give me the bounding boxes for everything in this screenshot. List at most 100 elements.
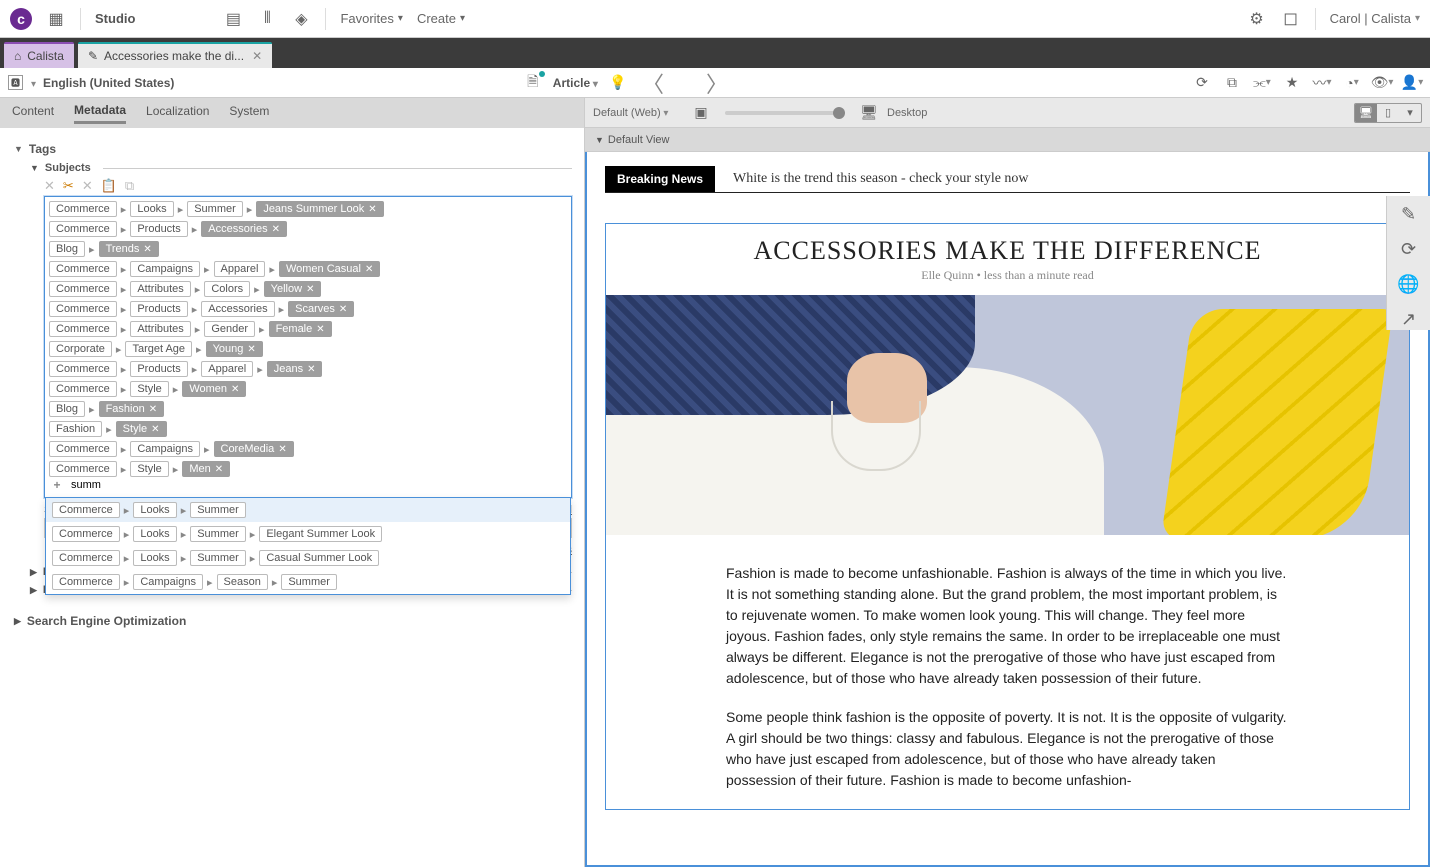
- tag-crumb[interactable]: Commerce: [49, 201, 117, 217]
- remove-tag-icon[interactable]: ✕: [215, 464, 223, 475]
- tag-crumb[interactable]: Accessories: [201, 301, 274, 317]
- tag-crumb[interactable]: Looks: [133, 550, 176, 566]
- close-icon[interactable]: ✕: [252, 49, 262, 63]
- tag-leaf[interactable]: Trends✕: [99, 241, 159, 257]
- tag-crumb[interactable]: Corporate: [49, 341, 112, 357]
- tag-crumb[interactable]: Summer: [281, 574, 337, 590]
- reload-icon[interactable]: ⟳: [1192, 73, 1212, 93]
- rail-share-icon[interactable]: ↗: [1401, 309, 1416, 330]
- doc-type-icon[interactable]: 🗎: [523, 73, 543, 93]
- slider-knob[interactable]: [833, 107, 845, 119]
- share-icon[interactable]: ⫘: [1252, 73, 1272, 93]
- subtab-content[interactable]: Content: [12, 104, 54, 122]
- preview-mode-toggle[interactable]: 🖥 ▯ ▾: [1354, 103, 1422, 123]
- gear-icon[interactable]: ⚙: [1247, 9, 1267, 29]
- target-icon[interactable]: ◈: [291, 9, 311, 29]
- tag-search-input[interactable]: [69, 477, 567, 493]
- open-external-icon[interactable]: ⧉: [1222, 73, 1242, 93]
- user-menu[interactable]: Carol | Calista: [1330, 11, 1420, 26]
- rail-refresh-icon[interactable]: ⟳: [1401, 239, 1416, 260]
- tag-leaf[interactable]: Yellow✕: [264, 281, 322, 297]
- tag-leaf[interactable]: CoreMedia✕: [214, 441, 294, 457]
- autocomplete-row[interactable]: Commerce▸Campaigns▸Season▸Summer: [46, 570, 570, 594]
- tag-leaf[interactable]: Style✕: [116, 421, 167, 437]
- favorites-menu[interactable]: Favorites: [340, 11, 403, 26]
- remove-tag-icon[interactable]: ✕: [278, 444, 286, 455]
- tag-crumb[interactable]: Commerce: [49, 261, 117, 277]
- tag-crumb[interactable]: Target Age: [125, 341, 192, 357]
- tag-crumb[interactable]: Products: [130, 361, 187, 377]
- tag-crumb[interactable]: Blog: [49, 401, 85, 417]
- tag-leaf[interactable]: Women✕: [182, 381, 246, 397]
- autocomplete-row[interactable]: Commerce▸Looks▸Summer: [46, 498, 570, 522]
- app-logo[interactable]: c: [10, 8, 32, 30]
- tag-crumb[interactable]: Products: [130, 221, 187, 237]
- subtab-localization[interactable]: Localization: [146, 104, 209, 122]
- mode-mobile-icon[interactable]: ▯: [1377, 104, 1399, 122]
- autocomplete-row[interactable]: Commerce▸Looks▸Summer▸Casual Summer Look: [46, 546, 570, 570]
- copy-tag-icon[interactable]: ✕: [82, 178, 93, 194]
- tag-crumb[interactable]: Apparel: [214, 261, 266, 277]
- extra-tag-icon[interactable]: ⧉: [125, 178, 134, 194]
- remove-tag-icon[interactable]: ✕: [307, 364, 315, 375]
- tag-leaf[interactable]: Women Casual✕: [279, 261, 380, 277]
- tag-crumb[interactable]: Commerce: [52, 574, 120, 590]
- tag-crumb[interactable]: Summer: [190, 526, 246, 542]
- tag-crumb[interactable]: Products: [130, 301, 187, 317]
- create-menu[interactable]: Create: [417, 11, 465, 26]
- remove-tag-icon[interactable]: ✕: [231, 384, 239, 395]
- rail-edit-icon[interactable]: ✎: [1401, 204, 1416, 225]
- tab-document[interactable]: ✎ Accessories make the di... ✕: [78, 42, 272, 68]
- tag-crumb[interactable]: Casual Summer Look: [259, 550, 379, 566]
- open-window-icon[interactable]: ▣: [691, 103, 711, 123]
- locale-select[interactable]: [31, 76, 35, 90]
- tag-crumb[interactable]: Commerce: [49, 441, 117, 457]
- tag-crumb[interactable]: Colors: [204, 281, 250, 297]
- subtab-metadata[interactable]: Metadata: [74, 103, 126, 124]
- remove-tag-icon[interactable]: ✕: [151, 424, 159, 435]
- persona-icon[interactable]: 👤: [1402, 73, 1422, 93]
- remove-tag-icon[interactable]: ✕: [339, 304, 347, 315]
- tag-crumb[interactable]: Commerce: [49, 321, 117, 337]
- remove-tag-icon[interactable]: ✕: [365, 264, 373, 275]
- tag-crumb[interactable]: Blog: [49, 241, 85, 257]
- tag-crumb[interactable]: Commerce: [52, 502, 120, 518]
- tag-leaf[interactable]: Jeans✕: [267, 361, 323, 377]
- library-grid-icon[interactable]: ▤: [223, 9, 243, 29]
- remove-tag-icon[interactable]: ✕: [44, 178, 55, 194]
- doc-type-select[interactable]: Article: [553, 76, 598, 90]
- tag-leaf[interactable]: Men✕: [182, 461, 230, 477]
- tag-crumb[interactable]: Attributes: [130, 321, 190, 337]
- tag-crumb[interactable]: Commerce: [49, 301, 117, 317]
- tag-crumb[interactable]: Elegant Summer Look: [259, 526, 382, 542]
- remove-tag-icon[interactable]: ✕: [149, 404, 157, 415]
- section-seo[interactable]: ▶ Search Engine Optimization: [14, 614, 572, 628]
- tag-crumb[interactable]: Commerce: [49, 281, 117, 297]
- tag-leaf[interactable]: Accessories✕: [201, 221, 287, 237]
- tag-leaf[interactable]: Female✕: [269, 321, 332, 337]
- tag-leaf[interactable]: Jeans Summer Look✕: [256, 201, 383, 217]
- remove-tag-icon[interactable]: ✕: [247, 344, 255, 355]
- subtab-system[interactable]: System: [229, 104, 269, 122]
- inbox-icon[interactable]: ◻: [1281, 9, 1301, 29]
- remove-tag-icon[interactable]: ✕: [143, 244, 151, 255]
- piechart-icon[interactable]: ◔: [1342, 73, 1362, 93]
- tag-crumb[interactable]: Style: [130, 461, 168, 477]
- plus-icon[interactable]: +: [49, 478, 65, 492]
- zoom-slider[interactable]: [725, 111, 845, 115]
- tag-crumb[interactable]: Style: [130, 381, 168, 397]
- tag-crumb[interactable]: Campaigns: [130, 441, 200, 457]
- paste-tag-icon[interactable]: 📋: [101, 178, 117, 194]
- library-bars-icon[interactable]: ⦀: [257, 9, 277, 29]
- tag-crumb[interactable]: Summer: [190, 550, 246, 566]
- tag-crumb[interactable]: Commerce: [52, 526, 120, 542]
- mode-desktop-icon[interactable]: 🖥: [1355, 104, 1377, 122]
- autocomplete-row[interactable]: Commerce▸Looks▸Summer▸Elegant Summer Loo…: [46, 522, 570, 546]
- tag-crumb[interactable]: Commerce: [49, 361, 117, 377]
- apps-grid-icon[interactable]: ▦: [46, 9, 66, 29]
- remove-tag-icon[interactable]: ✕: [306, 284, 314, 295]
- star-icon[interactable]: ★: [1282, 73, 1302, 93]
- tag-crumb[interactable]: Looks: [130, 201, 173, 217]
- tag-crumb[interactable]: Looks: [133, 502, 176, 518]
- tag-crumb[interactable]: Campaigns: [130, 261, 200, 277]
